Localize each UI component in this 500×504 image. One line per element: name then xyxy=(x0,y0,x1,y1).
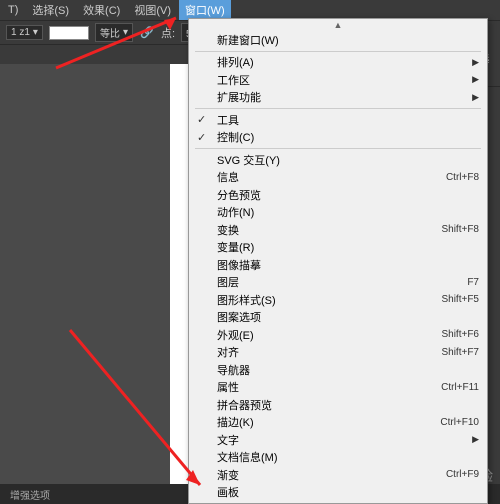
menu-item-select[interactable]: 选择(S) xyxy=(26,0,75,20)
menu-item[interactable]: SVG 交互(Y) xyxy=(189,151,487,169)
menu-item[interactable]: 文档信息(M) xyxy=(189,449,487,467)
menu-item[interactable]: 新建窗口(W) xyxy=(189,31,487,49)
menu-item[interactable]: 排列(A) ▶ xyxy=(189,54,487,72)
menu-item-window[interactable]: 窗口(W) xyxy=(179,0,231,20)
menu-item-label: 画板 xyxy=(217,484,479,500)
menu-item-label: 文字 xyxy=(217,432,466,448)
menu-item[interactable]: ✓控制(C) xyxy=(189,129,487,147)
chevron-down-icon: ▾ xyxy=(123,27,128,38)
menu-item-label: 图层 xyxy=(217,274,467,290)
menu-item[interactable]: 导航器 xyxy=(189,361,487,379)
menu-item-label: 变量(R) xyxy=(217,239,479,255)
menu-item[interactable]: 变量(R) xyxy=(189,239,487,257)
menu-item-t[interactable]: T) xyxy=(2,2,24,18)
stroke-weight-dropdown[interactable]: 1 z1▾ xyxy=(6,25,43,40)
menu-item[interactable]: 描边(K)Ctrl+F10 xyxy=(189,414,487,432)
menu-item[interactable]: 文字 ▶ xyxy=(189,431,487,449)
menu-item-label: 属性 xyxy=(217,379,441,395)
menu-item-label: 描边(K) xyxy=(217,414,440,430)
menu-shortcut: Shift+F5 xyxy=(441,294,479,305)
chevron-right-icon: ▶ xyxy=(472,92,479,103)
menu-item[interactable]: 图像描摹 xyxy=(189,256,487,274)
menu-item-label: 动作(N) xyxy=(217,204,479,220)
menu-item-label: 工具 xyxy=(217,112,479,128)
menu-item[interactable]: 分色预览 xyxy=(189,186,487,204)
menu-item-label: 图形样式(S) xyxy=(217,292,441,308)
status-text: 增强选项 xyxy=(10,487,50,502)
menu-scroll-up[interactable]: ▲ xyxy=(189,19,487,31)
menu-item[interactable]: 扩展功能 ▶ xyxy=(189,89,487,107)
menu-item-label: 文档信息(M) xyxy=(217,449,479,465)
menu-separator xyxy=(195,51,481,52)
menu-item-effect[interactable]: 效果(C) xyxy=(77,0,126,20)
menu-item-label: 对齐 xyxy=(217,344,441,360)
menu-item[interactable]: 变换Shift+F8 xyxy=(189,221,487,239)
menu-item[interactable]: 渐变Ctrl+F9 xyxy=(189,466,487,484)
menu-item-label: 排列(A) xyxy=(217,54,466,70)
menu-item-label: 工作区 xyxy=(217,72,466,88)
menu-item[interactable]: 图形样式(S)Shift+F5 xyxy=(189,291,487,309)
menu-item-label: 扩展功能 xyxy=(217,89,466,105)
menu-item-label: 信息 xyxy=(217,169,446,185)
stroke-swatch[interactable] xyxy=(49,26,89,40)
menu-shortcut: Shift+F7 xyxy=(441,347,479,358)
menu-item[interactable]: 图层F7 xyxy=(189,274,487,292)
menu-item-label: 控制(C) xyxy=(217,129,479,145)
menu-item[interactable]: 对齐Shift+F7 xyxy=(189,344,487,362)
menu-item-label: 拼合器预览 xyxy=(217,397,479,413)
menu-item[interactable]: ✓工具 xyxy=(189,111,487,129)
check-icon: ✓ xyxy=(197,113,217,126)
menu-item[interactable]: 画板 xyxy=(189,484,487,502)
menu-item[interactable]: 拼合器预览 xyxy=(189,396,487,414)
menu-item[interactable]: 动作(N) xyxy=(189,204,487,222)
menu-item-label: 外观(E) xyxy=(217,327,441,343)
menu-shortcut: F7 xyxy=(467,277,479,288)
menu-item-label: 变换 xyxy=(217,222,441,238)
menubar: T) 选择(S) 效果(C) 视图(V) 窗口(W) xyxy=(0,0,500,20)
menu-shortcut: Ctrl+F11 xyxy=(441,382,479,393)
points-label: 点: xyxy=(161,25,175,41)
menu-item-label: 导航器 xyxy=(217,362,479,378)
menu-separator xyxy=(195,108,481,109)
menu-item-label: SVG 交互(Y) xyxy=(217,152,479,168)
menu-item[interactable]: 信息Ctrl+F8 xyxy=(189,169,487,187)
menu-shortcut: Ctrl+F9 xyxy=(446,469,479,480)
menu-shortcut: Ctrl+F8 xyxy=(446,172,479,183)
check-icon: ✓ xyxy=(197,131,217,144)
menu-item-label: 分色预览 xyxy=(217,187,479,203)
menu-shortcut: Shift+F6 xyxy=(441,329,479,340)
menu-shortcut: Ctrl+F10 xyxy=(440,417,479,428)
chevron-down-icon: ▾ xyxy=(33,27,38,38)
chevron-right-icon: ▶ xyxy=(472,434,479,445)
menu-item[interactable]: 图案选项 xyxy=(189,309,487,327)
menu-separator xyxy=(195,148,481,149)
menu-item[interactable]: 属性Ctrl+F11 xyxy=(189,379,487,397)
menu-item[interactable]: 外观(E)Shift+F6 xyxy=(189,326,487,344)
chevron-right-icon: ▶ xyxy=(472,74,479,85)
chevron-right-icon: ▶ xyxy=(472,57,479,68)
window-menu: ▲新建窗口(W)排列(A)▶工作区▶扩展功能▶✓工具✓控制(C)SVG 交互(Y… xyxy=(188,18,488,504)
menu-item[interactable]: 工作区 ▶ xyxy=(189,71,487,89)
menu-shortcut: Shift+F8 xyxy=(441,224,479,235)
link-icon[interactable]: 🔗 xyxy=(139,25,155,41)
menu-item-label: 图像描摹 xyxy=(217,257,479,273)
menu-item-view[interactable]: 视图(V) xyxy=(128,0,177,20)
menu-item-label: 渐变 xyxy=(217,467,446,483)
menu-item-label: 图案选项 xyxy=(217,309,479,325)
stroke-mode-dropdown[interactable]: 等比▾ xyxy=(95,23,133,42)
menu-item-label: 新建窗口(W) xyxy=(217,32,479,48)
